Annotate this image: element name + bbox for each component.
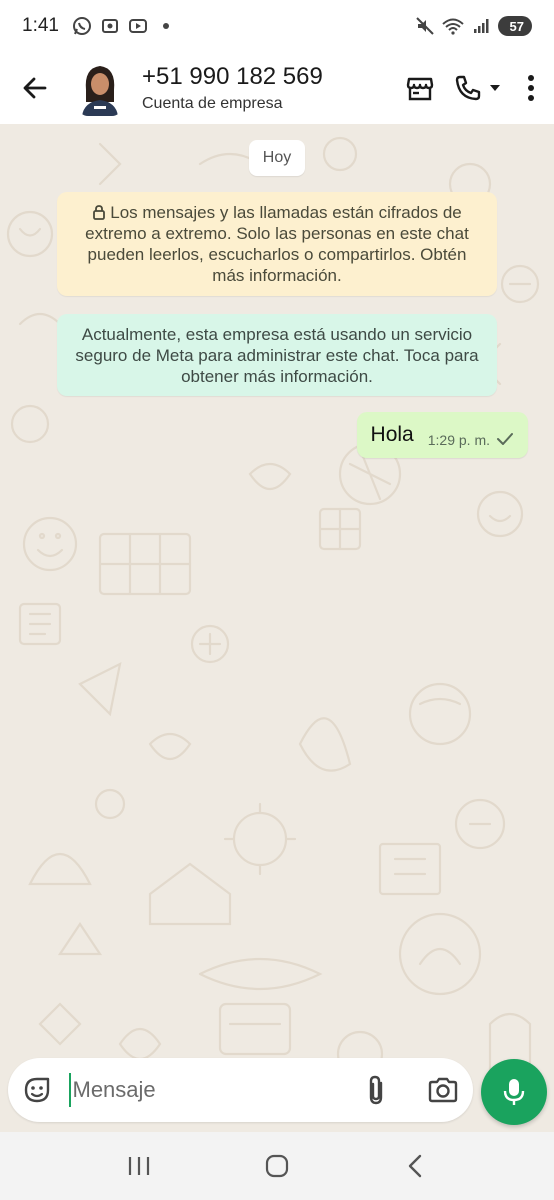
avatar[interactable] bbox=[78, 60, 122, 116]
camera-button[interactable] bbox=[427, 1073, 459, 1107]
youtube-icon bbox=[127, 15, 149, 37]
recents-icon bbox=[128, 1157, 150, 1175]
encryption-notice-text: Los mensajes y las llamadas están cifrad… bbox=[85, 203, 469, 285]
sticker-icon bbox=[25, 1077, 50, 1103]
back-icon bbox=[408, 1154, 422, 1178]
nav-back-button[interactable] bbox=[385, 1136, 445, 1196]
camera-icon bbox=[428, 1077, 458, 1103]
outgoing-message[interactable]: Hola 1:29 p. m. bbox=[356, 412, 528, 458]
business-notice[interactable]: Actualmente, esta empresa está usando un… bbox=[57, 314, 497, 396]
message-input-bar bbox=[8, 1058, 473, 1122]
home-icon bbox=[265, 1154, 289, 1178]
lock-icon bbox=[93, 205, 106, 220]
attach-button[interactable] bbox=[361, 1073, 392, 1107]
mute-icon bbox=[414, 15, 436, 37]
contact-subtitle: Cuenta de empresa bbox=[142, 95, 283, 112]
status-left-icons bbox=[71, 15, 177, 37]
store-icon bbox=[406, 77, 434, 101]
encryption-notice[interactable]: Los mensajes y las llamadas están cifrad… bbox=[57, 192, 497, 296]
phone-icon bbox=[455, 75, 481, 101]
system-nav-bar bbox=[0, 1132, 554, 1200]
back-button[interactable] bbox=[0, 52, 70, 124]
more-options-button[interactable] bbox=[508, 52, 554, 124]
business-notice-text: Actualmente, esta empresa está usando un… bbox=[75, 325, 479, 386]
dot-icon bbox=[155, 15, 177, 37]
more-vert-icon bbox=[528, 75, 534, 101]
status-bar: 1:41 57 bbox=[0, 0, 554, 52]
signal-icon bbox=[470, 15, 492, 37]
message-text: Hola bbox=[370, 423, 414, 446]
dropdown-icon bbox=[490, 85, 500, 91]
screenshot-icon bbox=[99, 15, 121, 37]
chat-header: +51 990 182 569 Cuenta de empresa bbox=[0, 52, 554, 124]
voice-message-button[interactable] bbox=[481, 1059, 547, 1125]
status-time: 1:41 bbox=[22, 15, 59, 36]
battery-icon: 57 bbox=[497, 16, 532, 36]
sticker-button[interactable] bbox=[22, 1073, 53, 1107]
wifi-5g-icon bbox=[441, 15, 464, 37]
message-input[interactable] bbox=[68, 1073, 361, 1107]
home-button[interactable] bbox=[247, 1136, 307, 1196]
attach-icon bbox=[369, 1075, 382, 1105]
chat-area[interactable]: Hoy Los mensajes y las llamadas están ci… bbox=[0, 124, 554, 1132]
sent-check-icon bbox=[497, 433, 513, 445]
date-chip: Hoy bbox=[249, 140, 305, 176]
back-arrow-icon bbox=[23, 77, 47, 99]
call-button[interactable] bbox=[448, 52, 508, 124]
store-button[interactable] bbox=[392, 52, 448, 124]
whatsapp-icon bbox=[71, 15, 93, 37]
contact-info[interactable]: +51 990 182 569 Cuenta de empresa bbox=[142, 63, 392, 113]
contact-name: +51 990 182 569 bbox=[142, 63, 323, 90]
mic-icon bbox=[503, 1079, 525, 1105]
recents-button[interactable] bbox=[109, 1136, 169, 1196]
message-time: 1:29 p. m. bbox=[427, 432, 490, 448]
status-right-icons: 57 bbox=[414, 15, 532, 37]
